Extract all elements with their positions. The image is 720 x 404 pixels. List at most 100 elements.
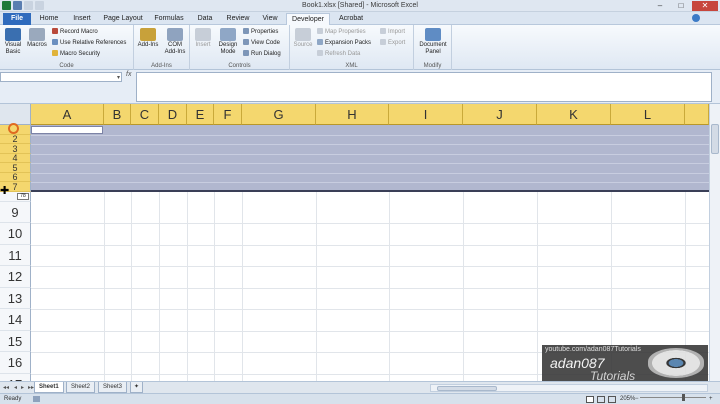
- help-icon[interactable]: [692, 14, 700, 22]
- column-header-b[interactable]: B: [104, 104, 131, 125]
- zoom-out-icon[interactable]: −: [635, 394, 639, 404]
- tab-formulas[interactable]: Formulas: [152, 13, 186, 25]
- tab-insert[interactable]: Insert: [68, 13, 96, 25]
- horizontal-scrollbar[interactable]: [430, 384, 708, 392]
- record-macro-button[interactable]: Record Macro: [52, 28, 98, 36]
- sheet-tab-sheet2[interactable]: Sheet2: [66, 382, 96, 393]
- column-header-g[interactable]: G: [242, 104, 316, 125]
- tab-file[interactable]: File: [3, 13, 31, 25]
- warning-icon: [52, 50, 58, 56]
- expansion-packs-icon: [317, 39, 323, 45]
- previous-sheet-icon[interactable]: ◂: [14, 384, 17, 391]
- active-cell-a1[interactable]: [31, 126, 103, 134]
- tab-acrobat[interactable]: Acrobat: [334, 13, 368, 25]
- row-header-11[interactable]: 11: [0, 245, 31, 266]
- column-header-k[interactable]: K: [537, 104, 611, 125]
- sheet-tab-sheet3[interactable]: Sheet3: [98, 382, 128, 393]
- map-properties-label: Map Properties: [325, 29, 366, 35]
- zoom-slider[interactable]: [640, 394, 706, 401]
- tab-page-layout[interactable]: Page Layout: [101, 13, 145, 25]
- insert-control-label: Insert: [195, 42, 211, 48]
- map-properties-icon: [317, 28, 323, 34]
- tab-review[interactable]: Review: [223, 13, 253, 25]
- page-break-view-icon[interactable]: [608, 396, 616, 403]
- column-header-h[interactable]: H: [316, 104, 389, 125]
- map-properties-button[interactable]: Map Properties: [317, 28, 366, 36]
- row-header-3[interactable]: 3: [0, 144, 31, 154]
- tab-view[interactable]: View: [258, 13, 282, 25]
- macro-recording-icon[interactable]: [33, 396, 40, 402]
- column-header-c[interactable]: C: [131, 104, 159, 125]
- import-button[interactable]: Import: [380, 28, 405, 36]
- worksheet-grid[interactable]: A B C D E F G H I J K L 1 2 3 4 5 6 7 9 …: [0, 104, 720, 381]
- macros-button[interactable]: Macros: [26, 28, 48, 49]
- column-header-d[interactable]: D: [159, 104, 187, 125]
- next-sheet-icon[interactable]: ▸: [21, 384, 24, 391]
- row-header-6[interactable]: 6: [0, 173, 31, 182]
- design-mode-button[interactable]: Design Mode: [215, 28, 241, 56]
- row-header-12[interactable]: 12: [0, 266, 31, 288]
- row-header-10[interactable]: 10: [0, 223, 31, 245]
- view-code-label: View Code: [251, 40, 280, 46]
- vertical-scroll-thumb[interactable]: [711, 124, 719, 154]
- window-controls: – □ ✕: [650, 1, 718, 11]
- view-code-button[interactable]: View Code: [243, 39, 280, 47]
- close-button[interactable]: ✕: [692, 1, 718, 11]
- group-modify: Document Panel Modify: [414, 25, 452, 70]
- tab-developer[interactable]: Developer: [286, 13, 330, 25]
- relative-references-button[interactable]: Use Relative References: [52, 39, 126, 47]
- tab-home[interactable]: Home: [36, 13, 62, 25]
- row-header-15[interactable]: 15: [0, 331, 31, 352]
- properties-button[interactable]: Properties: [243, 28, 278, 36]
- com-add-ins-button[interactable]: COM Add-Ins: [162, 28, 188, 56]
- group-label-controls: Controls: [228, 63, 251, 69]
- run-dialog-button[interactable]: Run Dialog: [243, 50, 281, 58]
- column-header-f[interactable]: F: [214, 104, 242, 125]
- column-header-a[interactable]: A: [31, 104, 104, 125]
- insert-sheet-icon[interactable]: ✦: [130, 382, 144, 393]
- column-header-i[interactable]: I: [389, 104, 463, 125]
- first-sheet-icon[interactable]: ◂◂: [3, 384, 9, 391]
- refresh-data-button[interactable]: Refresh Data: [317, 50, 360, 58]
- zoom-in-icon[interactable]: +: [709, 394, 713, 404]
- expansion-packs-button[interactable]: Expansion Packs: [317, 39, 371, 47]
- column-header-e[interactable]: E: [187, 104, 214, 125]
- expansion-packs-label: Expansion Packs: [325, 40, 372, 46]
- column-header-j[interactable]: J: [463, 104, 537, 125]
- column-header-m-partial[interactable]: [685, 104, 709, 125]
- row-header-13[interactable]: 13: [0, 288, 31, 309]
- row-header-5[interactable]: 5: [0, 163, 31, 173]
- horizontal-scroll-thumb[interactable]: [437, 386, 497, 391]
- visual-basic-button[interactable]: Visual Basic: [2, 28, 24, 56]
- export-button[interactable]: Export: [380, 39, 405, 47]
- source-button[interactable]: Source: [292, 28, 314, 49]
- maximize-button[interactable]: □: [671, 1, 691, 11]
- row-header-4[interactable]: 4: [0, 154, 31, 163]
- page-layout-view-icon[interactable]: [597, 396, 605, 403]
- name-box[interactable]: ▾: [0, 72, 122, 82]
- row-header-14[interactable]: 14: [0, 309, 31, 331]
- row-header-17[interactable]: 17: [0, 374, 31, 381]
- formula-input[interactable]: [136, 72, 712, 102]
- sheet-tab-sheet1[interactable]: Sheet1: [34, 382, 64, 393]
- chevron-down-icon[interactable]: ▾: [117, 74, 120, 81]
- row-header-16[interactable]: 16: [0, 352, 31, 374]
- normal-view-icon[interactable]: [586, 396, 594, 403]
- macro-security-button[interactable]: Macro Security: [52, 50, 100, 58]
- row-header-9[interactable]: 9: [0, 202, 31, 223]
- tab-data[interactable]: Data: [193, 13, 217, 25]
- zoom-level[interactable]: 205%: [620, 394, 635, 404]
- zoom-slider-knob[interactable]: [682, 394, 685, 401]
- insert-function-icon[interactable]: fx: [126, 71, 131, 78]
- vertical-scrollbar[interactable]: [709, 104, 720, 381]
- document-panel-button[interactable]: Document Panel: [416, 28, 450, 56]
- row-header-2[interactable]: 2: [0, 135, 31, 144]
- minimize-button[interactable]: –: [650, 1, 670, 11]
- properties-label: Properties: [251, 29, 279, 35]
- visual-basic-label: Visual Basic: [4, 42, 22, 55]
- add-ins-button[interactable]: Add-Ins: [137, 28, 159, 49]
- sheet-tab-bar: ◂◂ ◂ ▸ ▸▸ Sheet1 Sheet2 Sheet3 ✦: [0, 381, 720, 393]
- select-all-corner[interactable]: [0, 104, 31, 125]
- insert-control-button[interactable]: Insert: [192, 28, 214, 49]
- column-header-l[interactable]: L: [611, 104, 685, 125]
